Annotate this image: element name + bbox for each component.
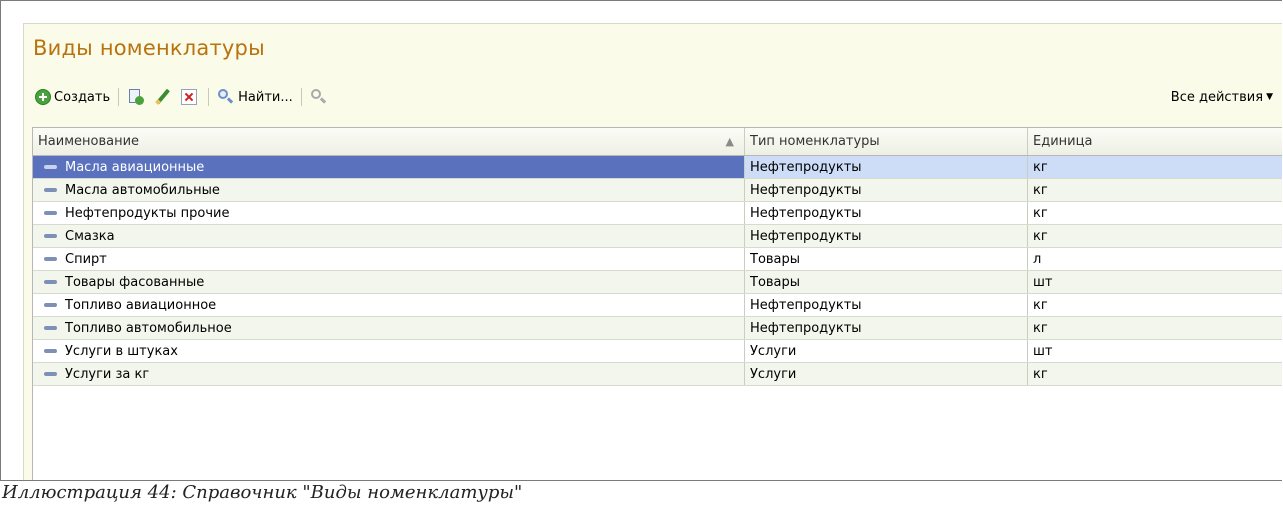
cell-unit: кг bbox=[1033, 320, 1048, 336]
table-row[interactable]: Масла авиационные Нефтепродукты кг bbox=[33, 156, 1282, 179]
cell-type: Нефтепродукты bbox=[745, 179, 1028, 201]
cell-type: Нефтепродукты bbox=[745, 225, 1028, 247]
cancel-search-icon bbox=[310, 88, 328, 106]
column-header-unit[interactable]: Единица bbox=[1028, 128, 1282, 155]
cell-unit: кг bbox=[1033, 205, 1048, 221]
cell-type: Услуги bbox=[745, 363, 1028, 385]
column-header-label: Наименование bbox=[38, 134, 140, 149]
figure-caption: Иллюстрация 44: Справочник "Виды номенкл… bbox=[2, 482, 523, 503]
pencil-icon bbox=[154, 88, 172, 106]
cell-type: Товары bbox=[745, 271, 1028, 293]
item-icon bbox=[44, 349, 57, 353]
column-header-name[interactable]: Наименование ▲ bbox=[33, 128, 745, 155]
item-icon bbox=[44, 188, 57, 192]
cell-text: Масла автомобильные bbox=[65, 182, 220, 198]
find-button-label: Найти... bbox=[238, 89, 293, 105]
cell-name: Услуги в штуках bbox=[33, 340, 745, 362]
cell-name: Топливо автомобильное bbox=[33, 317, 745, 339]
cell-unit: шт bbox=[1033, 343, 1053, 359]
add-circle-icon bbox=[35, 89, 51, 105]
cell-text: Топливо автомобильное bbox=[65, 320, 232, 336]
item-icon bbox=[44, 372, 57, 376]
cell-text: Смазка bbox=[65, 228, 115, 244]
copy-button[interactable] bbox=[124, 85, 151, 109]
command-bar: Создать Найти... Все действия ▼ bbox=[32, 84, 1276, 110]
item-icon bbox=[44, 165, 57, 169]
table-row[interactable]: Масла автомобильные Нефтепродукты кг bbox=[33, 179, 1282, 202]
cell-unit: кг bbox=[1033, 366, 1048, 382]
form-title: Виды номенклатуры bbox=[33, 36, 265, 60]
list-form: Виды номенклатуры Создать Найти... Все д… bbox=[23, 23, 1282, 480]
all-actions-label: Все действия bbox=[1170, 89, 1264, 105]
cell-unit: шт bbox=[1033, 274, 1053, 290]
table-row[interactable]: Спирт Товары л bbox=[33, 248, 1282, 271]
cell-unit: кг bbox=[1033, 228, 1048, 244]
item-icon bbox=[44, 257, 57, 261]
cell-unit: кг bbox=[1028, 156, 1282, 178]
cell-name: Топливо авиационное bbox=[33, 294, 745, 316]
cell-text: Спирт bbox=[65, 251, 107, 267]
cell-unit: л bbox=[1033, 251, 1042, 267]
cell-name: Нефтепродукты прочие bbox=[33, 202, 745, 224]
create-button-label: Создать bbox=[54, 89, 111, 105]
screenshot-frame: Виды номенклатуры Создать Найти... Все д… bbox=[0, 0, 1282, 481]
cell-type: Нефтепродукты bbox=[745, 317, 1028, 339]
cell-name: Товары фасованные bbox=[33, 271, 745, 293]
cell-text: Услуги за кг bbox=[65, 366, 150, 382]
toolbar-separator bbox=[208, 88, 210, 106]
cell-text: Масла авиационные bbox=[65, 159, 205, 175]
toolbar-separator bbox=[118, 88, 120, 106]
copy-icon bbox=[127, 88, 145, 106]
cell-type: Товары bbox=[745, 248, 1028, 270]
column-header-type[interactable]: Тип номенклатуры bbox=[745, 128, 1028, 155]
cell-type: Услуги bbox=[745, 340, 1028, 362]
delete-icon bbox=[181, 89, 198, 105]
dropdown-arrow-icon: ▼ bbox=[1266, 92, 1273, 102]
column-header-label: Единица bbox=[1033, 134, 1093, 149]
cell-name: Услуги за кг bbox=[33, 363, 745, 385]
find-button[interactable]: Найти... bbox=[214, 85, 296, 109]
cell-text: Нефтепродукты прочие bbox=[65, 205, 230, 221]
cell-text: Услуги в штуках bbox=[65, 343, 178, 359]
cell-text: Топливо авиационное bbox=[65, 297, 217, 313]
cell-type: Нефтепродукты bbox=[745, 202, 1028, 224]
item-icon bbox=[44, 303, 57, 307]
nomenclature-types-table[interactable]: Наименование ▲ Тип номенклатуры Единица … bbox=[32, 127, 1282, 480]
toolbar-separator bbox=[300, 88, 302, 106]
item-icon bbox=[44, 326, 57, 330]
table-row[interactable]: Нефтепродукты прочие Нефтепродукты кг bbox=[33, 202, 1282, 225]
table-row[interactable]: Услуги за кг Услуги кг bbox=[33, 363, 1282, 386]
table-row[interactable]: Товары фасованные Товары шт bbox=[33, 271, 1282, 294]
cell-unit: кг bbox=[1033, 297, 1048, 313]
delete-button[interactable] bbox=[178, 85, 203, 109]
table-row[interactable]: Услуги в штуках Услуги шт bbox=[33, 340, 1282, 363]
cell-text: Товары фасованные bbox=[65, 274, 205, 290]
cell-type: Нефтепродукты bbox=[745, 156, 1028, 178]
sort-ascending-icon: ▲ bbox=[725, 135, 734, 148]
item-icon bbox=[44, 234, 57, 238]
table-header: Наименование ▲ Тип номенклатуры Единица bbox=[33, 128, 1282, 156]
cell-name: Масла авиационные bbox=[33, 156, 745, 178]
item-icon bbox=[44, 211, 57, 215]
cell-name: Масла автомобильные bbox=[33, 179, 745, 201]
cell-name: Смазка bbox=[33, 225, 745, 247]
create-button[interactable]: Создать bbox=[32, 85, 113, 109]
cell-type: Нефтепродукты bbox=[745, 294, 1028, 316]
cell-unit: кг bbox=[1033, 182, 1048, 198]
table-row[interactable]: Смазка Нефтепродукты кг bbox=[33, 225, 1282, 248]
search-icon bbox=[217, 88, 235, 106]
cell-name: Спирт bbox=[33, 248, 745, 270]
cancel-search-button[interactable] bbox=[307, 85, 334, 109]
table-row[interactable]: Топливо автомобильное Нефтепродукты кг bbox=[33, 317, 1282, 340]
edit-button[interactable] bbox=[151, 85, 178, 109]
table-row[interactable]: Топливо авиационное Нефтепродукты кг bbox=[33, 294, 1282, 317]
item-icon bbox=[44, 280, 57, 284]
all-actions-menu[interactable]: Все действия ▼ bbox=[1168, 85, 1276, 109]
column-header-label: Тип номенклатуры bbox=[750, 134, 880, 149]
